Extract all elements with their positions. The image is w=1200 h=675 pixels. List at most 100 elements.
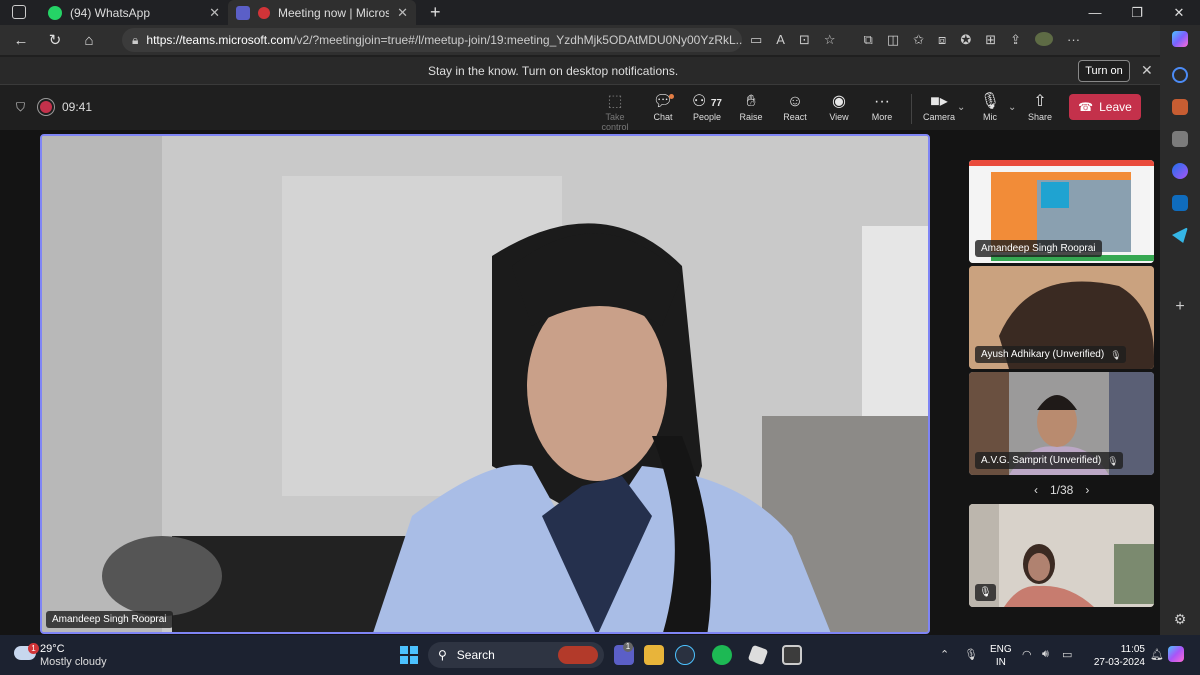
outlook-icon[interactable]: [1172, 195, 1188, 211]
language-indicator[interactable]: ENG IN: [990, 643, 1012, 669]
read-aloud-icon[interactable]: A: [776, 32, 785, 48]
close-tab-icon[interactable]: ✕: [209, 5, 220, 21]
close-tab-icon[interactable]: ✕: [397, 5, 408, 21]
home-icon[interactable]: ⌂: [72, 32, 106, 49]
raise-hand-button[interactable]: ✋︎ Raise: [727, 92, 775, 122]
back-icon[interactable]: ←: [4, 32, 38, 49]
mic-label: Mic: [983, 112, 997, 122]
react-button[interactable]: ☺ React: [771, 92, 819, 122]
hand-icon: ✋︎: [746, 93, 756, 110]
participant-tile[interactable]: A.V.G. Samprit (Unverified) 🎙︎: [969, 372, 1154, 475]
games-icon[interactable]: [1172, 131, 1188, 147]
camera-button[interactable]: ■▸ Camera: [915, 92, 963, 122]
search-sidebar-icon[interactable]: [1172, 67, 1188, 83]
view-button[interactable]: ◉ View: [815, 92, 863, 122]
share-icon: ⇧: [1033, 93, 1047, 110]
react-label: React: [783, 112, 807, 122]
microphone-tray-icon[interactable]: 🎙︎: [964, 648, 978, 661]
recording-icon: [258, 6, 270, 19]
notification-text: Stay in the know. Turn on desktop notifi…: [428, 64, 679, 78]
participant-pager: ‹ 1/38 ›: [1034, 483, 1089, 497]
participant-nametag: A.V.G. Samprit (Unverified) 🎙︎: [975, 452, 1124, 469]
camera-options-chevron-icon[interactable]: ⌄: [957, 102, 965, 113]
send-icon[interactable]: [1172, 227, 1188, 243]
people-icon: ⚇ 77: [692, 93, 722, 110]
url-field[interactable]: 🔒︎ https://teams.microsoft.com/v2/?meeti…: [122, 28, 742, 52]
weather-condition[interactable]: Mostly cloudy: [40, 656, 107, 668]
screenshot-icon[interactable]: ⊞: [985, 32, 996, 48]
weather-alert-badge: 1: [28, 643, 39, 654]
address-bar: ← ↻ ⌂ 🔒︎ https://teams.microsoft.com/v2/…: [0, 25, 1160, 55]
lock-icon: 🔒︎: [132, 32, 139, 47]
main-speaker-name: Amandeep Singh Rooprai: [52, 614, 167, 625]
add-sidebar-icon[interactable]: +: [1172, 299, 1188, 315]
notification-bar: Stay in the know. Turn on desktop notifi…: [0, 57, 1160, 85]
prev-page-icon[interactable]: ‹: [1034, 483, 1038, 497]
m365-icon[interactable]: [1172, 163, 1188, 179]
smiley-icon: ☺: [786, 93, 804, 110]
windows-start-icon[interactable]: [400, 646, 418, 664]
turn-on-button[interactable]: Turn on: [1078, 60, 1130, 82]
participant-name: Ayush Adhikary (Unverified): [981, 349, 1105, 360]
volume-icon[interactable]: 🔊︎: [1042, 648, 1049, 661]
extensions-icon[interactable]: ⧉: [864, 32, 873, 48]
more-menu-icon[interactable]: ···: [1067, 32, 1080, 48]
camera-site-icon[interactable]: ▭: [750, 32, 762, 48]
tools-icon[interactable]: [1172, 99, 1188, 115]
participant-tile[interactable]: Ayush Adhikary (Unverified) 🎙︎: [969, 266, 1154, 369]
favorite-star-icon[interactable]: ☆: [824, 32, 836, 48]
new-tab-icon[interactable]: +: [430, 2, 441, 23]
wifi-icon[interactable]: ◠: [1022, 648, 1032, 661]
extension-icon[interactable]: ✪: [960, 32, 971, 48]
chat-unread-dot: [669, 94, 674, 99]
notifications-bell-icon[interactable]: 🔔︎: [1150, 648, 1164, 661]
minecraft-icon[interactable]: [782, 645, 802, 665]
close-window-icon[interactable]: ✕: [1158, 0, 1200, 25]
roblox-icon[interactable]: [747, 644, 769, 666]
next-page-icon[interactable]: ›: [1085, 483, 1089, 497]
show-hidden-icons-icon[interactable]: ⌃: [940, 648, 949, 661]
taskbar-search[interactable]: ⚲ Search: [428, 642, 604, 668]
close-notification-icon[interactable]: ✕: [1141, 62, 1153, 79]
tab-whatsapp[interactable]: (94) WhatsApp ✕: [40, 0, 228, 25]
participant-tile[interactable]: Amandeep Singh Rooprai: [969, 160, 1154, 263]
maximize-icon[interactable]: ❐: [1116, 0, 1158, 25]
people-button[interactable]: ⚇ 77 People: [683, 92, 731, 122]
temperature[interactable]: 29°C: [40, 643, 65, 655]
app-available-icon[interactable]: ⊡: [799, 32, 810, 48]
copilot-icon[interactable]: [1172, 31, 1188, 47]
share-browser-icon[interactable]: ⇪: [1010, 32, 1021, 48]
edge-browser-icon[interactable]: [675, 645, 695, 665]
mic-off-icon: 🎙︎: [1107, 455, 1119, 466]
self-mic-off-icon: 🎙︎: [975, 584, 996, 601]
participant-name: Amandeep Singh Rooprai: [981, 243, 1096, 254]
search-icon: ⚲: [438, 648, 447, 662]
self-view-tile[interactable]: 🎙︎: [969, 504, 1154, 607]
chat-button[interactable]: 💬︎ Chat: [639, 92, 687, 122]
workspaces-icon[interactable]: [12, 5, 26, 19]
main-speaker-video[interactable]: Amandeep Singh Rooprai: [40, 134, 930, 634]
whatsapp-icon: [48, 5, 62, 20]
battery-icon[interactable]: ▭: [1062, 648, 1072, 661]
leave-label: Leave: [1099, 100, 1132, 114]
split-screen-icon[interactable]: ◫: [887, 32, 899, 48]
participant-nametag: Amandeep Singh Rooprai: [975, 240, 1102, 257]
minimize-icon[interactable]: —: [1074, 0, 1116, 25]
refresh-icon[interactable]: ↻: [38, 31, 72, 49]
copilot-taskbar-icon[interactable]: [1168, 646, 1184, 662]
participant-nametag: Ayush Adhikary (Unverified) 🎙︎: [975, 346, 1127, 363]
view-icon: ◉: [832, 93, 846, 110]
take-control-button[interactable]: ⬚ Take control: [591, 92, 639, 132]
profile-avatar[interactable]: [1035, 32, 1054, 46]
share-button[interactable]: ⇧ Share: [1016, 92, 1064, 122]
sidebar-settings-icon[interactable]: ⚙: [1172, 611, 1188, 627]
mic-button[interactable]: 🎙︎ Mic: [966, 92, 1014, 122]
file-explorer-icon[interactable]: [644, 645, 664, 665]
clock[interactable]: 11:05 27-03-2024: [1091, 643, 1145, 669]
more-button[interactable]: ··· More: [858, 92, 906, 122]
favorites-icon[interactable]: ✩: [913, 32, 924, 48]
collections-icon[interactable]: ⧈: [938, 32, 946, 48]
tab-teams-meeting[interactable]: Meeting now | Microsoft Tea ✕: [228, 0, 416, 25]
leave-button[interactable]: ☎︎ Leave: [1069, 94, 1141, 120]
spotify-icon[interactable]: [712, 645, 732, 665]
